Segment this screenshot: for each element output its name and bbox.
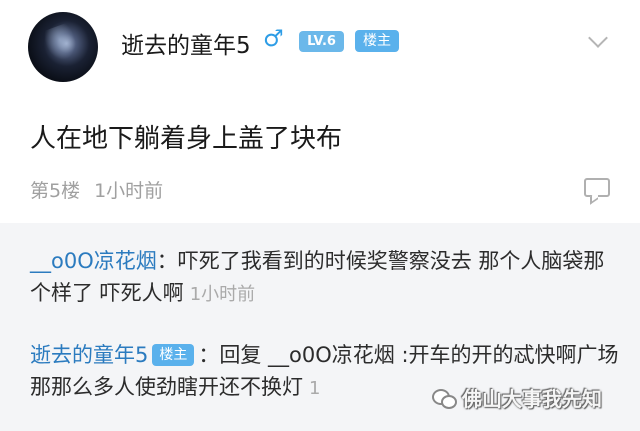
- watermark: 佛山大事我先知: [432, 382, 612, 416]
- reply-separator: ：: [156, 249, 178, 273]
- post-content: 人在地下躺着身上盖了块布: [30, 124, 343, 154]
- wechat-icon: [432, 389, 458, 409]
- author-name[interactable]: 逝去的童年5: [121, 26, 251, 60]
- op-badge: 楼主: [355, 30, 399, 52]
- watermark-text: 佛山大事我先知: [462, 387, 602, 411]
- post-meta: 第5楼 1小时前: [30, 176, 163, 203]
- reply-author[interactable]: __o0O凉花烟: [30, 249, 157, 273]
- comment-icon[interactable]: [584, 178, 610, 197]
- op-badge: 楼主: [152, 344, 195, 366]
- chevron-down-icon[interactable]: [588, 28, 608, 48]
- reply-author[interactable]: 逝去的童年5: [30, 343, 148, 367]
- level-badge: LV.6: [299, 31, 344, 52]
- list-item[interactable]: __o0O凉花烟：吓死了我看到的时候奖警察没去 那个人脑袋那个样了 吓死人啊 1小…: [30, 245, 620, 311]
- reply-time: 1小时前: [189, 284, 256, 305]
- reply-time: 1: [309, 378, 321, 399]
- post-header: 逝去的童年5 ♂ LV.6 楼主: [0, 0, 640, 100]
- floor-number: 第5楼: [30, 180, 81, 202]
- avatar[interactable]: [28, 12, 98, 82]
- reply-separator: ：: [198, 343, 220, 367]
- male-icon: ♂: [263, 26, 284, 52]
- post-time: 1小时前: [94, 180, 164, 202]
